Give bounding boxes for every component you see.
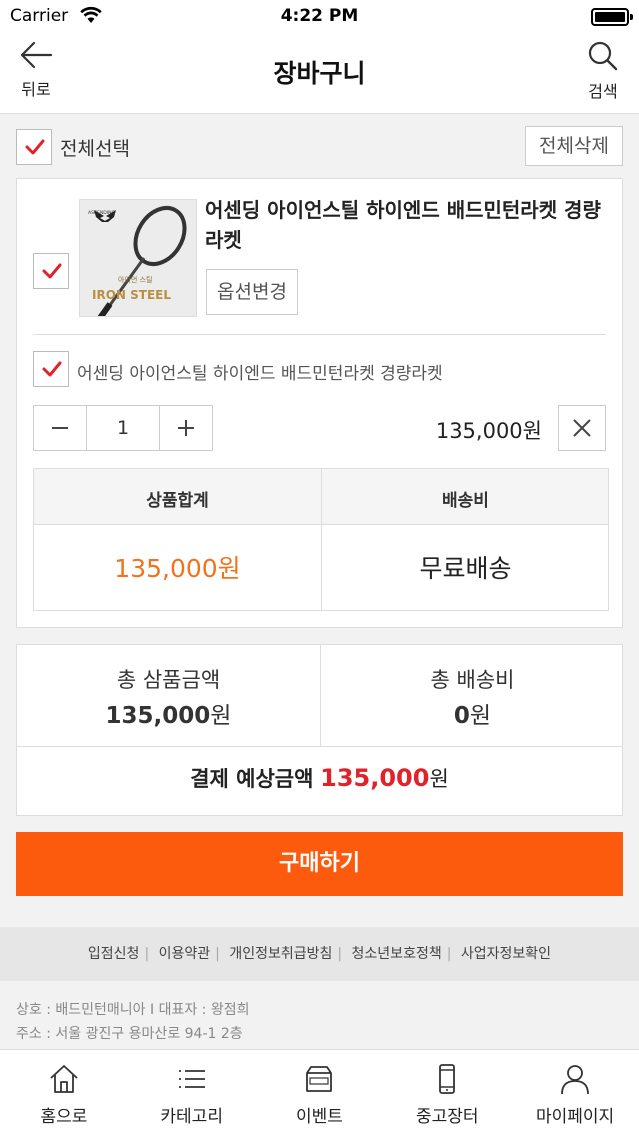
search-button[interactable]: 검색 (581, 40, 625, 102)
thumb-brand: ASCENDING (88, 210, 115, 216)
total-product-value: 135,000원 (17, 696, 320, 730)
event-box-icon (306, 1066, 333, 1092)
item-price: 135,000원 (435, 419, 542, 443)
nav-bar: 뒤로 장바구니 검색 (0, 34, 639, 114)
page-title: 장바구니 (273, 59, 366, 88)
cart-content: 전체선택 전체삭제 ASCENDING 아이언 스틸 IRON STEEL 어센… (0, 115, 639, 927)
tab-bar: 홈으로 카테고리 이벤트 중고장터 마이페이지 (0, 1049, 639, 1136)
tab-category[interactable]: 카테고리 (128, 1050, 256, 1136)
home-icon (50, 1065, 78, 1093)
close-icon (573, 419, 591, 437)
total-product-amount: 135,000 (105, 703, 211, 729)
expected-payment: 결제 예상금액 135,000원 (17, 763, 622, 793)
person-icon (561, 1065, 589, 1095)
total-product-label: 총 삼품금액 (116, 668, 221, 692)
footer-link-privacy[interactable]: 개인정보취급방침 (229, 946, 332, 962)
tab-used-market[interactable]: 중고장터 (383, 1050, 511, 1136)
product-thumbnail[interactable]: ASCENDING 아이언 스틸 IRON STEEL (79, 199, 197, 317)
footer-link-business[interactable]: 사업자정보확인 (461, 946, 551, 962)
total-shipping-label: 총 배송비 (430, 668, 515, 692)
total-product-unit: 원 (210, 703, 232, 729)
delete-all-button[interactable]: 전체삭제 (525, 126, 623, 166)
quantity-stepper: 1 (33, 405, 213, 451)
tab-category-label: 카테고리 (160, 1107, 223, 1127)
increase-button[interactable] (160, 406, 212, 450)
tab-mypage[interactable]: 마이페이지 (511, 1050, 639, 1136)
select-all-label: 전체선택 (60, 138, 130, 160)
option-checkbox[interactable] (33, 351, 69, 387)
shipping-value: 무료배송 (419, 554, 512, 583)
total-shipping-amount: 0 (453, 703, 470, 729)
back-label: 뒤로 (21, 80, 51, 99)
decrease-button[interactable] (34, 406, 86, 450)
product-title[interactable]: 어센딩 아이언스틸 하이엔드 배드민턴라켓 경량라켓 (205, 195, 605, 255)
tab-event[interactable]: 이벤트 (256, 1050, 384, 1136)
order-totals: 총 삼품금액 135,000원 총 배송비 0원 결제 예상금액 135,000… (16, 644, 623, 816)
footer-links: 입점신청 | 이용약관 | 개인정보취급방침 | 청소년보호정책 | 사업자정보확인 (0, 927, 639, 981)
search-label: 검색 (588, 82, 618, 101)
tab-home-label: 홈으로 (40, 1107, 88, 1127)
divider (33, 334, 606, 335)
company-info: 상호 : 배드민턴매니아 I 대표자 : 왕점희 (16, 1002, 250, 1018)
product-total-value: 135,000원 (114, 554, 241, 583)
item-checkbox[interactable] (33, 253, 69, 289)
expected-payment-unit: 원 (429, 767, 449, 791)
phone-icon (439, 1064, 456, 1094)
footer-link-apply[interactable]: 입점신청 (88, 946, 140, 962)
total-shipping-unit: 원 (469, 703, 492, 729)
footer-link-youth[interactable]: 청소년보호정책 (352, 946, 442, 962)
expected-payment-amount: 135,000 (320, 764, 430, 792)
tab-home[interactable]: 홈으로 (0, 1050, 128, 1136)
clock: 4:22 PM (280, 6, 359, 26)
item-summary-table: 상품합계 배송비 135,000원 무료배송 (33, 468, 609, 611)
quantity-value[interactable]: 1 (86, 406, 160, 450)
minus-icon (52, 427, 68, 429)
option-label: 어센딩 아이언스틸 하이엔드 배드민턴라켓 경량라켓 (77, 364, 443, 384)
check-icon (25, 139, 45, 155)
cart-item: ASCENDING 아이언 스틸 IRON STEEL 어센딩 아이언스틸 하이… (16, 178, 623, 628)
arrow-left-icon (20, 41, 53, 69)
purchase-button[interactable]: 구매하기 (16, 832, 623, 896)
list-icon (178, 1070, 205, 1088)
address-info: 주소 : 서울 광진구 용마산로 94-1 2층 (16, 1026, 243, 1042)
tab-used-market-label: 중고장터 (416, 1107, 479, 1127)
remove-item-button[interactable] (558, 405, 606, 451)
battery-icon (591, 8, 633, 26)
tab-event-label: 이벤트 (296, 1107, 343, 1127)
totals-horizontal-divider (17, 746, 622, 747)
footer-info: 상호 : 배드민턴매니아 I 대표자 : 왕점희 주소 : 서울 광진구 용마산… (0, 981, 639, 1049)
back-button[interactable]: 뒤로 (14, 40, 58, 100)
thumb-text: IRON STEEL (92, 288, 171, 302)
thumb-small-text: 아이언 스틸 (118, 275, 152, 284)
racket-image: ASCENDING 아이언 스틸 IRON STEEL (80, 200, 196, 316)
product-total-header: 상품합계 (146, 491, 209, 511)
tab-mypage-label: 마이페이지 (535, 1107, 615, 1127)
footer-link-terms[interactable]: 이용약관 (159, 946, 211, 962)
select-all-checkbox[interactable] (16, 129, 52, 165)
option-change-button[interactable]: 옵션변경 (206, 269, 298, 315)
expected-payment-label: 결제 예상금액 (190, 767, 314, 791)
shipping-header: 배송비 (442, 491, 489, 511)
total-shipping-value: 0원 (321, 696, 624, 730)
status-bar: Carrier 4:22 PM (0, 0, 639, 34)
check-icon (42, 361, 62, 377)
search-icon (588, 41, 618, 71)
check-icon (42, 263, 62, 279)
plus-icon (178, 420, 194, 436)
